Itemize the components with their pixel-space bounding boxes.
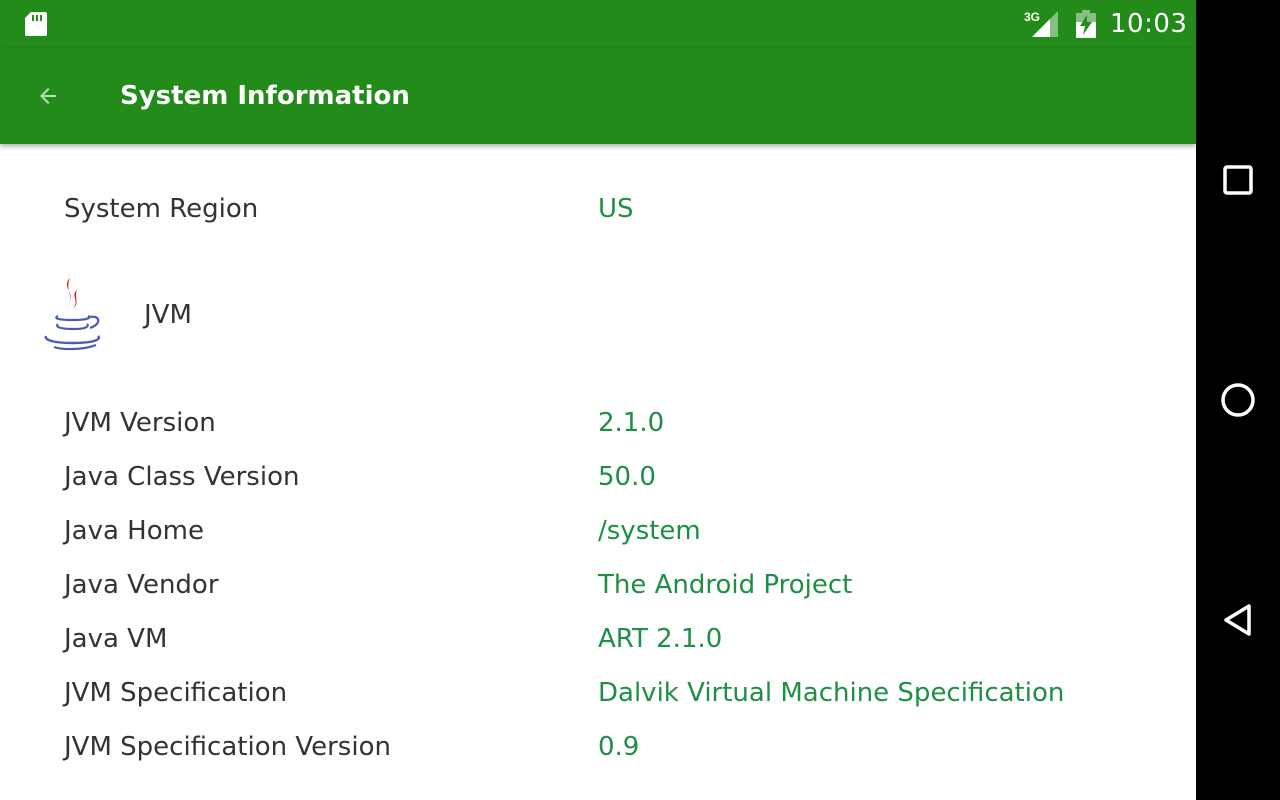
info-label: System Region xyxy=(64,194,259,224)
info-value: /system xyxy=(598,516,701,546)
info-row-jvm-version: JVM Version 2.1.0 xyxy=(0,396,1196,450)
home-icon xyxy=(1221,383,1255,417)
info-value: Dalvik Virtual Machine Specification xyxy=(598,678,1065,708)
back-button[interactable] xyxy=(24,72,72,120)
info-value: 0.9 xyxy=(598,732,640,762)
cell-signal-icon: 3G xyxy=(1024,10,1058,37)
info-label: Java VM xyxy=(64,624,168,654)
svg-text:3G: 3G xyxy=(1024,10,1040,24)
recents-button[interactable] xyxy=(1208,150,1268,210)
home-button[interactable] xyxy=(1208,370,1268,430)
info-row-java-vm: Java VM ART 2.1.0 xyxy=(0,612,1196,666)
app-bar: System Information xyxy=(0,48,1196,144)
info-row-java-vendor: Java Vendor The Android Project xyxy=(0,558,1196,612)
info-row-java-home: Java Home /system xyxy=(0,504,1196,558)
info-label: JVM Specification xyxy=(64,678,288,708)
status-bar: 3G 10:03 xyxy=(0,0,1196,48)
info-row-jvm-specification: JVM Specification Dalvik Virtual Machine… xyxy=(0,666,1196,720)
java-logo-icon xyxy=(44,278,101,351)
app-screen: 3G 10:03 System Information System Regio… xyxy=(0,0,1196,800)
recents-icon xyxy=(1223,165,1253,195)
status-clock: 10:03 xyxy=(1110,9,1188,39)
info-value: US xyxy=(598,194,634,224)
info-label: JVM Specification Version xyxy=(64,732,391,762)
info-row-java-class-version: Java Class Version 50.0 xyxy=(0,450,1196,504)
page-title: System Information xyxy=(120,81,410,111)
info-row-jvm-specification-version: JVM Specification Version 0.9 xyxy=(0,720,1196,774)
info-label: JVM Version xyxy=(64,408,216,438)
section-title: JVM xyxy=(144,300,192,330)
sd-card-icon xyxy=(25,12,47,36)
system-nav-bar xyxy=(1196,0,1280,800)
info-label: Java Home xyxy=(64,516,204,546)
info-value: 2.1.0 xyxy=(598,408,665,438)
section-header-jvm: JVM xyxy=(0,266,1196,366)
info-label: Java Vendor xyxy=(64,570,219,600)
info-list: System Region US JVM JVM Version 2.1.0 J… xyxy=(0,144,1196,800)
info-value: ART 2.1.0 xyxy=(598,624,723,654)
battery-charging-icon xyxy=(1076,10,1096,38)
info-value: 50.0 xyxy=(598,462,656,492)
back-triangle-icon xyxy=(1224,604,1251,636)
info-label: Java Class Version xyxy=(64,462,300,492)
nav-back-button[interactable] xyxy=(1208,590,1268,650)
info-row-system-region: System Region US xyxy=(0,182,1196,236)
info-value: The Android Project xyxy=(598,570,853,600)
arrow-back-icon xyxy=(40,88,56,104)
